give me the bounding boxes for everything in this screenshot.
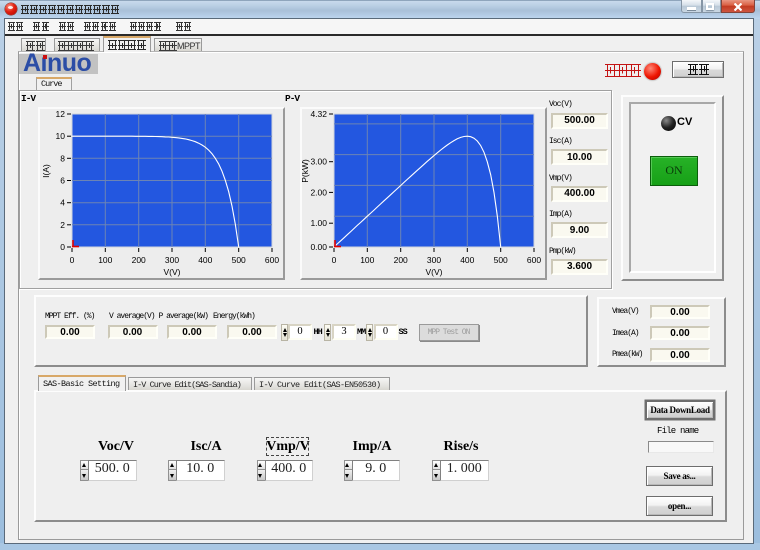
svg-text:0: 0 (60, 242, 65, 252)
svg-text:200: 200 (393, 255, 407, 265)
svg-text:2: 2 (60, 220, 65, 230)
svg-text:0: 0 (331, 255, 336, 265)
svg-text:300: 300 (165, 255, 179, 265)
svg-text:4: 4 (60, 198, 65, 208)
svg-text:600: 600 (526, 255, 540, 265)
svg-text:I(A): I(A) (41, 164, 51, 178)
svg-text:12: 12 (56, 109, 66, 119)
svg-text:200: 200 (132, 255, 146, 265)
svg-text:V(V): V(V) (425, 267, 442, 277)
svg-text:400: 400 (198, 255, 212, 265)
svg-text:500: 500 (493, 255, 507, 265)
svg-text:3.00: 3.00 (310, 157, 327, 167)
svg-text:8: 8 (60, 153, 65, 163)
svg-text:0.00: 0.00 (310, 242, 327, 252)
svg-text:P(kW): P(kW) (300, 159, 310, 183)
svg-text:100: 100 (360, 255, 374, 265)
svg-text:600: 600 (265, 255, 279, 265)
svg-text:V(V): V(V) (164, 267, 181, 277)
svg-text:2.00: 2.00 (310, 187, 327, 197)
svg-text:6: 6 (60, 176, 65, 186)
svg-text:4.32: 4.32 (310, 109, 327, 119)
svg-text:1.00: 1.00 (310, 218, 327, 228)
svg-text:400: 400 (460, 255, 474, 265)
svg-text:300: 300 (426, 255, 440, 265)
svg-text:0: 0 (70, 255, 75, 265)
svg-text:500: 500 (232, 255, 246, 265)
svg-text:100: 100 (98, 255, 112, 265)
svg-text:10: 10 (56, 131, 66, 141)
